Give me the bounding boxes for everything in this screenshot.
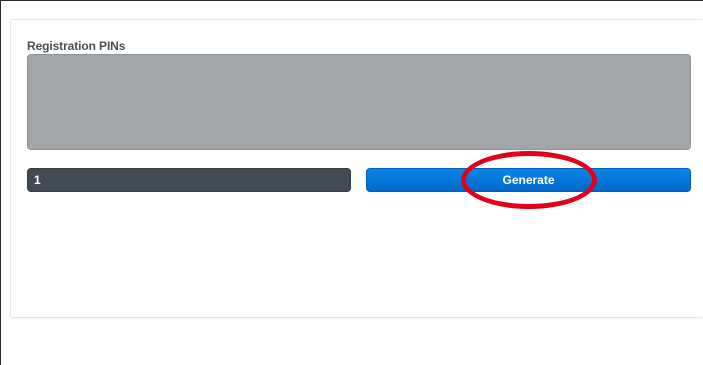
registration-pins-label: Registration PINs: [27, 39, 126, 53]
registration-card: Registration PINs Generate: [10, 19, 703, 318]
registration-pins-textarea[interactable]: [27, 54, 691, 150]
generate-button[interactable]: Generate: [366, 168, 691, 192]
pin-count-input[interactable]: [27, 168, 351, 192]
page-frame: Registration PINs Generate: [0, 0, 703, 365]
